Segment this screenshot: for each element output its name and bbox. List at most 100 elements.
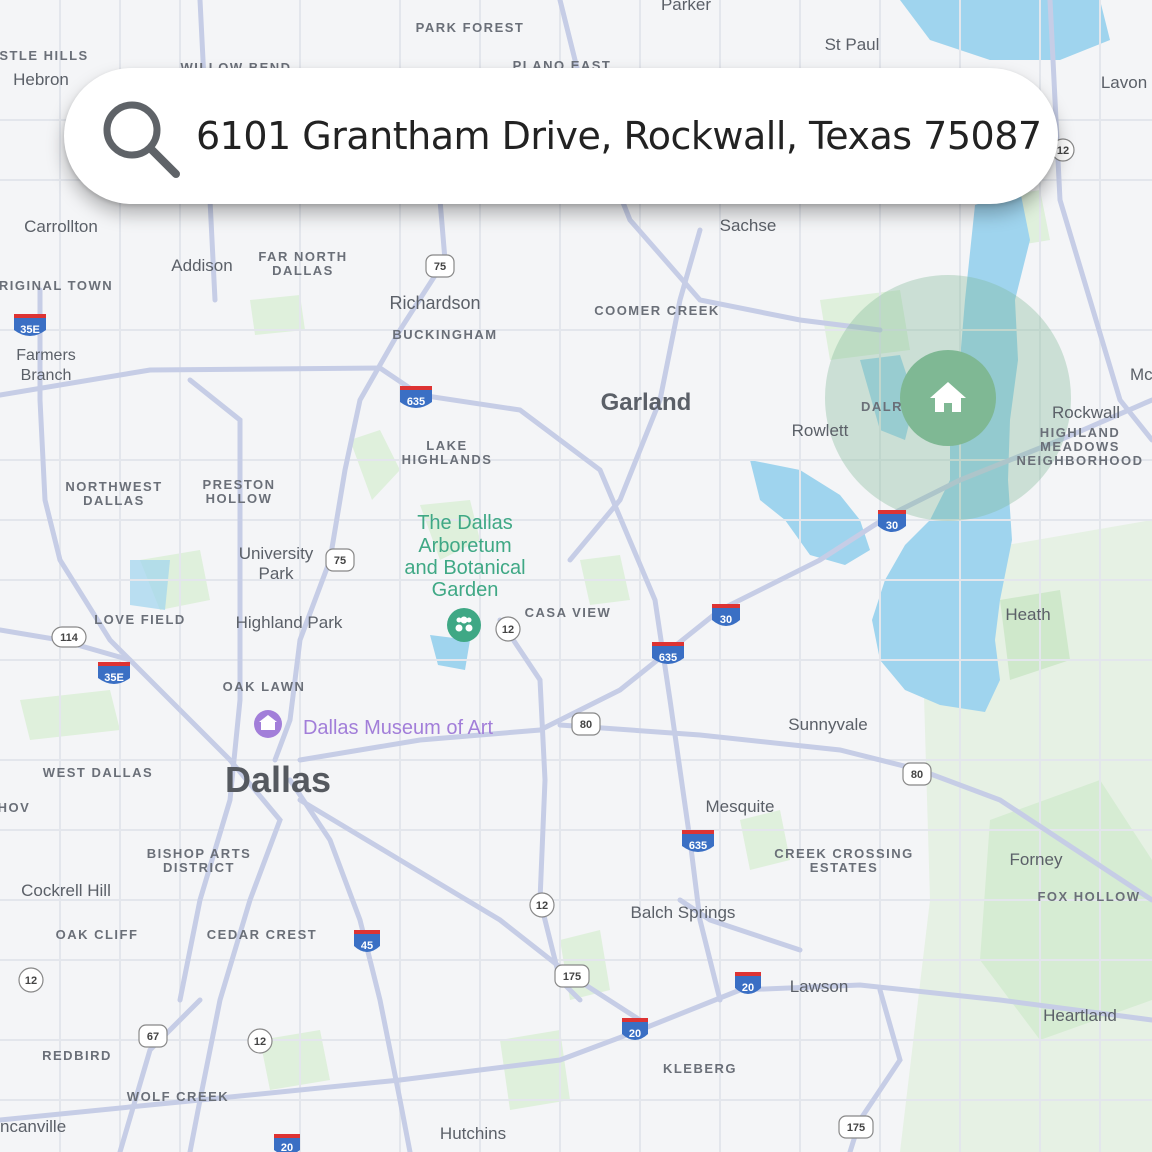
- svg-text:COOMER CREEK: COOMER CREEK: [594, 303, 720, 318]
- shield-sh12-c: 12: [247, 1028, 273, 1054]
- svg-text:CASA VIEW: CASA VIEW: [525, 605, 612, 620]
- svg-text:STLE HILLS: STLE HILLS: [0, 48, 89, 63]
- svg-text:LAKE: LAKE: [426, 438, 467, 453]
- search-icon[interactable]: [98, 96, 184, 182]
- label-mesquite: Mesquite: [706, 797, 775, 816]
- svg-text:HOV: HOV: [0, 800, 30, 815]
- shield-us80-a: 80: [571, 712, 601, 736]
- svg-text:HOLLOW: HOLLOW: [206, 491, 273, 506]
- svg-text:12: 12: [1057, 145, 1069, 157]
- svg-text:35E: 35E: [104, 672, 124, 684]
- label-lawson: Lawson: [790, 977, 849, 996]
- search-input[interactable]: 6101 Grantham Drive, Rockwall, Texas 750…: [196, 108, 1042, 164]
- svg-text:75: 75: [434, 261, 446, 273]
- svg-text:635: 635: [407, 396, 425, 408]
- svg-text:PRESTON: PRESTON: [202, 477, 275, 492]
- svg-text:12: 12: [25, 975, 37, 987]
- shield-us80-b: 80: [902, 762, 932, 786]
- svg-text:75: 75: [334, 555, 346, 567]
- shield-sh114: 114: [51, 626, 87, 648]
- label-dallas: Dallas: [225, 759, 331, 800]
- svg-text:WOLF CREEK: WOLF CREEK: [127, 1089, 229, 1104]
- svg-text:HIGHLANDS: HIGHLANDS: [402, 452, 493, 467]
- label-hebron: Hebron: [13, 70, 69, 89]
- shield-i35e-b: 35E: [98, 662, 130, 684]
- svg-text:CEDAR CREST: CEDAR CREST: [207, 927, 317, 942]
- label-heartland: Heartland: [1043, 1006, 1117, 1025]
- label-balch-springs: Balch Springs: [631, 903, 736, 922]
- shield-us175-b: 175: [838, 1115, 874, 1139]
- svg-text:REDBIRD: REDBIRD: [42, 1048, 112, 1063]
- shield-us75-a: 75: [425, 254, 455, 278]
- label-garland: Garland: [601, 389, 692, 416]
- shield-us67: 67: [138, 1024, 168, 1048]
- label-parker: Parker: [661, 0, 711, 14]
- svg-text:KLEBERG: KLEBERG: [663, 1061, 737, 1076]
- shield-i635-b: 635: [652, 642, 684, 664]
- svg-text:20: 20: [281, 1142, 293, 1152]
- label-heath: Heath: [1005, 605, 1050, 624]
- svg-text:45: 45: [361, 940, 373, 952]
- svg-text:DALLAS: DALLAS: [83, 493, 145, 508]
- svg-text:175: 175: [847, 1122, 865, 1134]
- shield-us75-b: 75: [325, 548, 355, 572]
- label-forney: Forney: [1010, 850, 1063, 869]
- svg-text:80: 80: [911, 769, 923, 781]
- svg-text:114: 114: [60, 632, 79, 644]
- svg-text:175: 175: [563, 971, 581, 983]
- svg-text:NORTHWEST: NORTHWEST: [65, 479, 162, 494]
- label-st-paul: St Paul: [825, 35, 880, 54]
- svg-text:Arboretum: Arboretum: [418, 535, 511, 557]
- shield-i30-a: 30: [878, 510, 906, 532]
- svg-text:OAK CLIFF: OAK CLIFF: [56, 927, 139, 942]
- svg-text:DALLAS: DALLAS: [272, 263, 334, 278]
- shield-i635-c: 635: [682, 830, 714, 852]
- label-lancaster: ncanville: [0, 1117, 66, 1136]
- svg-text:RIGINAL TOWN: RIGINAL TOWN: [0, 278, 113, 293]
- shield-i20-a: 20: [735, 972, 761, 994]
- svg-text:BISHOP ARTS: BISHOP ARTS: [147, 846, 252, 861]
- shield-sh12-d: 12: [18, 967, 44, 993]
- svg-text:35E: 35E: [20, 324, 40, 336]
- shield-i635-a: 635: [400, 386, 432, 408]
- svg-text:DISTRICT: DISTRICT: [163, 860, 235, 875]
- svg-text:30: 30: [886, 520, 898, 532]
- shield-i45: 45: [354, 930, 380, 952]
- label-mc: Mc: [1130, 365, 1152, 384]
- shield-i20-c: 20: [274, 1134, 300, 1152]
- label-university-1: University: [239, 544, 314, 563]
- svg-text:ESTATES: ESTATES: [810, 860, 879, 875]
- svg-text:NEIGHBORHOOD: NEIGHBORHOOD: [1016, 453, 1143, 468]
- label-university-2: Park: [259, 564, 294, 583]
- museum-icon[interactable]: [254, 710, 282, 738]
- svg-text:DALR: DALR: [861, 399, 903, 414]
- svg-text:FAR NORTH: FAR NORTH: [258, 249, 347, 264]
- svg-text:WEST DALLAS: WEST DALLAS: [43, 765, 153, 780]
- shield-sh12-b: 12: [529, 892, 555, 918]
- shield-i35e-a: 35E: [14, 314, 46, 336]
- shield-sh12-a: 12: [495, 616, 521, 642]
- svg-text:BUCKINGHAM: BUCKINGHAM: [392, 327, 497, 342]
- shield-i30-b: 30: [712, 604, 740, 626]
- label-richardson: Richardson: [389, 293, 480, 313]
- garden-icon[interactable]: [447, 608, 481, 642]
- svg-text:12: 12: [536, 900, 548, 912]
- svg-text:635: 635: [689, 840, 707, 852]
- label-farmers-1: Farmers: [16, 347, 76, 364]
- label-farmers-2: Branch: [21, 367, 72, 384]
- svg-text:FOX HOLLOW: FOX HOLLOW: [1037, 889, 1140, 904]
- label-rowlett: Rowlett: [792, 421, 849, 440]
- svg-text:OAK LAWN: OAK LAWN: [223, 679, 306, 694]
- shield-i20-b: 20: [622, 1018, 648, 1040]
- svg-text:and Botanical: and Botanical: [404, 557, 525, 579]
- svg-text:Dallas Museum of Art: Dallas Museum of Art: [303, 717, 494, 739]
- label-addison: Addison: [171, 256, 232, 275]
- svg-text:CREEK CROSSING: CREEK CROSSING: [774, 846, 913, 861]
- label-rockwall: Rockwall: [1052, 403, 1120, 422]
- svg-text:12: 12: [502, 624, 514, 636]
- svg-text:MEADOWS: MEADOWS: [1040, 439, 1120, 454]
- label-lavon: Lavon: [1101, 73, 1147, 92]
- svg-text:80: 80: [580, 719, 592, 731]
- svg-text:12: 12: [254, 1036, 266, 1048]
- svg-text:PARK FOREST: PARK FOREST: [416, 20, 525, 35]
